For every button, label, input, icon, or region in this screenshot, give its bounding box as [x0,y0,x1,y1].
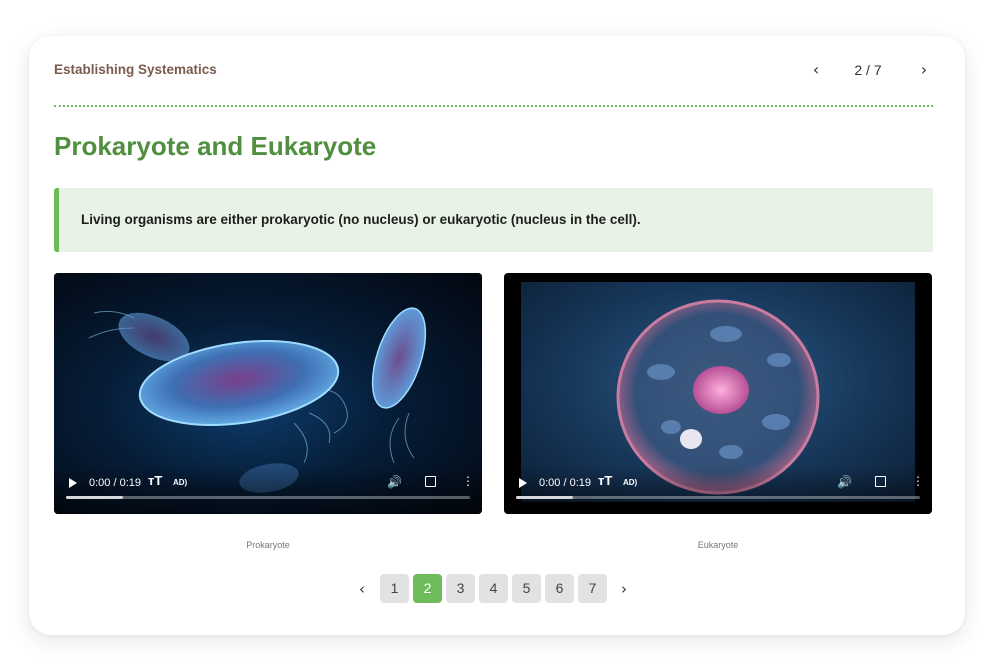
page-button-6[interactable]: 6 [545,574,574,603]
seek-progress [516,496,573,499]
video-controls: 0:00 / 0:19 ᴛT AD) 🔊 ⋮ [54,466,482,514]
dotted-divider [54,105,933,107]
audio-description-icon[interactable]: AD) [623,476,637,490]
page-title: Prokaryote and Eukaryote [54,131,377,161]
fullscreen-icon[interactable] [874,474,886,487]
seek-bar[interactable] [66,496,470,499]
video-time: 0:00 / 0:19 [89,477,141,489]
seek-progress [66,496,123,499]
next-page-button[interactable]: › [915,58,933,82]
page-button-3[interactable]: 3 [446,574,475,603]
captions-icon[interactable]: ᴛT [598,474,612,488]
video-controls: 0:00 / 0:19 ᴛT AD) 🔊 ⋮ [504,466,932,514]
video-caption-prokaryote: Prokaryote [246,540,290,550]
page-button-4[interactable]: 4 [479,574,508,603]
video-player-eukaryote[interactable]: 0:00 / 0:19 ᴛT AD) 🔊 ⋮ [504,273,932,514]
top-pager: ‹ 2 / 7 › [807,58,933,82]
course-title: Establishing Systematics [54,62,217,77]
callout-text: Living organisms are either prokaryotic … [81,212,641,227]
page-button-1[interactable]: 1 [380,574,409,603]
page-counter: 2 / 7 [854,62,882,78]
video-time: 0:00 / 0:19 [539,477,591,489]
lesson-header: Establishing Systematics ‹ 2 / 7 › [54,58,933,82]
play-icon[interactable] [67,476,79,490]
info-callout: Living organisms are either prokaryotic … [54,188,933,252]
prev-page-button[interactable]: ‹ [807,58,825,82]
video-caption-eukaryote: Eukaryote [697,540,739,550]
pagination-prev-button[interactable]: ‹ [349,574,375,604]
play-icon[interactable] [517,476,529,490]
audio-description-icon[interactable]: AD) [173,476,187,490]
fullscreen-icon[interactable] [424,474,436,487]
volume-icon[interactable]: 🔊 [387,475,402,489]
page-button-5[interactable]: 5 [512,574,541,603]
seek-bar[interactable] [516,496,920,499]
page-button-2[interactable]: 2 [413,574,442,603]
more-options-icon[interactable]: ⋮ [462,474,474,488]
volume-icon[interactable]: 🔊 [837,475,852,489]
lesson-card: Establishing Systematics ‹ 2 / 7 › Proka… [29,36,965,635]
captions-icon[interactable]: ᴛT [148,474,162,488]
pagination-next-button[interactable]: › [611,574,637,604]
page-button-7[interactable]: 7 [578,574,607,603]
more-options-icon[interactable]: ⋮ [912,474,924,488]
video-player-prokaryote[interactable]: 0:00 / 0:19 ᴛT AD) 🔊 ⋮ [54,273,482,514]
